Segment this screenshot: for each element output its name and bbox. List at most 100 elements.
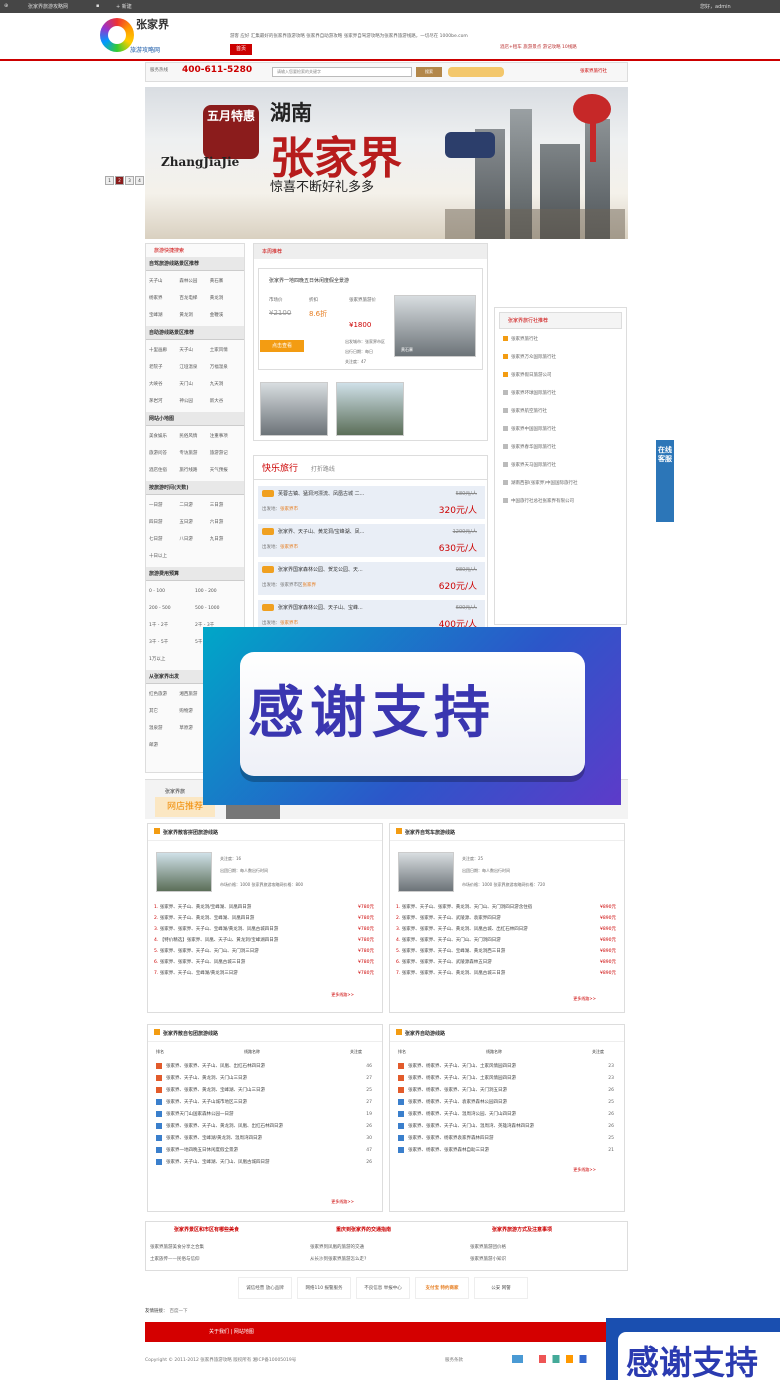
route-line[interactable]: 3. 张家界、张家界、天子山、宝峰湖/黄龙洞、凤凰古城四日游 ¥780元 xyxy=(148,924,384,935)
route-line[interactable]: 1. 张家界、天子山、张家界、黄龙洞、天门山、天门洞四日游含住宿 ¥890元 xyxy=(390,902,626,913)
rank-row[interactable]: 张家界、杨家界、张家界森林自助三日游 21 xyxy=(390,1145,626,1157)
sidebar-link[interactable]: 土家风情 xyxy=(210,342,240,359)
agency-name[interactable]: 张家界春华国际旅行社 xyxy=(511,445,556,450)
pager-2[interactable]: 2 xyxy=(115,176,124,185)
rank-text[interactable]: 张家界、张家界、宝峰湖/黄龙洞、温周湾四日游 xyxy=(166,1136,262,1141)
pager-4[interactable]: 4 xyxy=(135,176,144,185)
sidebar-link[interactable]: 十里画廊 xyxy=(149,342,179,359)
sidebar-link[interactable]: 四日游 xyxy=(149,514,179,531)
sidebar-link[interactable]: 200 - 500 xyxy=(149,600,195,617)
deal-item[interactable]: 芙蓉古镇、猛洞河漂流、凤凰古城 二... 出发地：张家界市 580元/人 320元/人 xyxy=(258,486,485,520)
home-tab[interactable]: 首页 xyxy=(230,44,252,55)
footer-nav[interactable]: 关于我们 | 网站地图 xyxy=(145,1322,628,1342)
route-text[interactable]: 张家界、张家界、天子山、武陵源森林五日游 xyxy=(402,960,492,965)
footer-mid[interactable]: 服务条款 xyxy=(445,1357,463,1363)
route-text[interactable]: 张家界、张家界、天子山、天门山、天门洞四日游 xyxy=(402,938,501,943)
sidebar-link[interactable]: 美食娱乐 xyxy=(149,428,179,445)
rank-row[interactable]: 张家界、杨家界、天子山、天门山、土家风情园四日游 23 xyxy=(390,1061,626,1073)
route-line[interactable]: 5. 张家界、张家界、天子山、宝峰湖、黄龙洞西三日游 ¥890元 xyxy=(390,946,626,957)
rank-row[interactable]: 张家界、杨家界、天子山、天门山、土家风情园四日游 23 xyxy=(390,1073,626,1085)
sidebar-link[interactable]: 神公园 xyxy=(179,393,209,410)
route-line[interactable]: 7. 张家界、张家界、天子山、黄龙洞、凤凰古城三日游 ¥890元 xyxy=(390,968,626,979)
share-icons[interactable] xyxy=(512,1355,602,1363)
agency-item[interactable]: 张家界中国国际旅行社 xyxy=(495,423,626,441)
online-service-button[interactable]: 在线客服 xyxy=(656,440,674,522)
happy-subtitle[interactable]: 打折路线 xyxy=(311,466,335,473)
foot-link[interactable]: 张家界旅游团价格 xyxy=(470,1244,506,1250)
sidebar-link[interactable]: 1万以上 xyxy=(149,651,195,668)
foot-link[interactable]: 张家界到凤凰的旅游的交通 xyxy=(310,1244,364,1250)
rank-row[interactable]: 张家界、张家界、天子山、天门山、温周湾、英雄湾森林四日游 26 xyxy=(390,1121,626,1133)
agency-item[interactable]: 张家界天马国际旅行社 xyxy=(495,459,626,477)
route-text[interactable]: 张家界、天子山、黄龙洞/宝峰湖、凤凰四日游 xyxy=(160,905,252,910)
pager-3[interactable]: 3 xyxy=(125,176,134,185)
sidebar-link[interactable]: 十日以上 xyxy=(149,548,179,565)
sidebar-link[interactable]: 0 - 100 xyxy=(149,583,195,600)
rank-row[interactable]: 张家界、张家界、黄龙洞、宝峰湖、天门山三日游 25 xyxy=(148,1085,384,1097)
more-link[interactable]: 更多线路>> xyxy=(573,996,596,1002)
route-text[interactable]: 张家界、张家界、天子山、天门山、天门洞三日游 xyxy=(160,949,259,954)
sidebar-link[interactable]: 其它 xyxy=(149,703,179,720)
sidebar-link[interactable]: 1千 - 2千 xyxy=(149,617,195,634)
agency-item[interactable]: 张家界环球国际旅行社 xyxy=(495,387,626,405)
sidebar-link[interactable]: 六日游 xyxy=(210,514,240,531)
agency-name[interactable]: 张家界环球国际旅行社 xyxy=(511,391,556,396)
route-text[interactable]: 张家界、天子山、宝峰湖/黄龙洞三日游 xyxy=(160,971,238,976)
sidebar-link[interactable]: 万福温泉 xyxy=(210,359,240,376)
partner-logo[interactable]: 诚信经营 放心品牌 xyxy=(238,1277,292,1299)
rank-row[interactable]: 张家界、天子山、宝峰湖、天门山、凤凰古城四日游 26 xyxy=(148,1157,384,1169)
recommend-name[interactable]: 张家界一地四晚五日休闲度假全景游 xyxy=(269,277,349,284)
new-link[interactable]: + 新建 xyxy=(116,3,132,10)
agency-item[interactable]: 张家界假日旅游公司 xyxy=(495,369,626,387)
route-line[interactable]: 6. 张家界、张家界、天子山、武陵源森林五日游 ¥890元 xyxy=(390,957,626,968)
agency-name[interactable]: 中国旅行社总社张家界有限公司 xyxy=(511,499,574,504)
route-text[interactable]: 张家界、张家界、天子山、黄龙洞、凤凰古城三日游 xyxy=(402,971,506,976)
recommend-card[interactable]: 张家界一地四晚五日休闲度假全景游 市场价 折扣 张家界旅游价 ¥2100 8.6… xyxy=(258,268,483,370)
sidebar-link[interactable]: 森林公园 xyxy=(179,273,209,290)
partner-logo[interactable]: 公安 网警 xyxy=(474,1277,528,1299)
agency-item[interactable]: 湖南西部(张家界)中国国际旅行社 xyxy=(495,477,626,495)
agency-name[interactable]: 湖南西部(张家界)中国国际旅行社 xyxy=(511,481,578,486)
panel-photo[interactable] xyxy=(156,852,212,892)
deal-name[interactable]: 张家界国家森林公园、贺龙公园、天... xyxy=(278,566,363,573)
deal-item[interactable]: 张家界、天子山、黄龙洞/宝峰湖、凤... 出发地：张家界市 1200元/人 630元/… xyxy=(258,524,485,558)
sidebar-link[interactable]: 杨家界 xyxy=(149,290,179,307)
sidebar-link[interactable]: 温泉游 xyxy=(149,720,179,737)
route-line[interactable]: 1. 张家界、天子山、黄龙洞/宝峰湖、凤凰四日游 ¥780元 xyxy=(148,902,384,913)
more-link[interactable]: 更多线路>> xyxy=(573,1167,596,1173)
partner-logo[interactable]: 网络110 报警服务 xyxy=(297,1277,351,1299)
sidebar-link[interactable]: 三日游 xyxy=(210,497,240,514)
friend-link[interactable]: 百度一下 xyxy=(170,1309,188,1314)
rank-text[interactable]: 张家界、杨家界、张家界、天门山、天门洞五日游 xyxy=(408,1088,507,1093)
rank-row[interactable]: 张家界、天子山、天子山城市地区三日游 27 xyxy=(148,1097,384,1109)
sidebar-link[interactable]: 黄龙洞 xyxy=(210,290,240,307)
rank-row[interactable]: 张家界一地四晚五日休闲度假全景游 47 xyxy=(148,1145,384,1157)
route-line[interactable]: 2. 张家界、张家界、天子山、武陵源、袁家界四日游 ¥890元 xyxy=(390,913,626,924)
sidebar-link[interactable]: 天门山 xyxy=(179,376,209,393)
rank-row[interactable]: 张家界、张家界、天子山、凤凰、出红石林四日游 46 xyxy=(148,1061,384,1073)
route-text[interactable]: 张家界、天子山、黄龙洞、宝峰湖、凤凰四日游 xyxy=(160,916,255,921)
sidebar-link[interactable]: 3千 - 5千 xyxy=(149,634,195,651)
route-text[interactable]: 张家界、张家界、天子山、武陵源、袁家界四日游 xyxy=(402,916,501,921)
rank-text[interactable]: 张家界一地四晚五日休闲度假全景游 xyxy=(166,1148,238,1153)
sidebar-link[interactable]: 二日游 xyxy=(179,497,209,514)
agency-name[interactable]: 张家界万众国际旅行社 xyxy=(511,355,556,360)
site-link[interactable]: 张家界旅游攻略网 xyxy=(28,3,68,10)
agency-name[interactable]: 张家界天马国际旅行社 xyxy=(511,463,556,468)
agency-name[interactable]: 张家界航空旅行社 xyxy=(511,409,547,414)
panel-photo[interactable] xyxy=(398,852,454,892)
sidebar-link[interactable]: 五日游 xyxy=(179,514,209,531)
sidebar-link[interactable]: 九日游 xyxy=(210,531,240,548)
foot-link[interactable]: 从长沙到张家界旅游怎么走? xyxy=(310,1256,366,1262)
comment-icon[interactable]: ▪ xyxy=(96,3,99,9)
sidebar-link[interactable]: 500 - 1000 xyxy=(195,600,241,617)
wp-logo-icon[interactable]: ⊕ xyxy=(4,3,8,9)
sidebar-link[interactable]: 七日游 xyxy=(149,531,179,548)
sidebar-link[interactable]: 旅游问答 xyxy=(149,445,179,462)
rank-text[interactable]: 张家界、杨家界、天子山、袁家界森林公园四日游 xyxy=(408,1100,507,1105)
sidebar-link[interactable]: 天子山 xyxy=(179,342,209,359)
more-link[interactable]: 更多线路>> xyxy=(331,1199,354,1205)
route-line[interactable]: 2. 张家界、天子山、黄龙洞、宝峰湖、凤凰四日游 ¥780元 xyxy=(148,913,384,924)
sidebar-link[interactable]: 专访旅游 xyxy=(179,445,209,462)
route-line[interactable]: 3. 张家界、张家界、天子山、黄龙洞、凤凰古城、出红石林四日游 ¥890元 xyxy=(390,924,626,935)
